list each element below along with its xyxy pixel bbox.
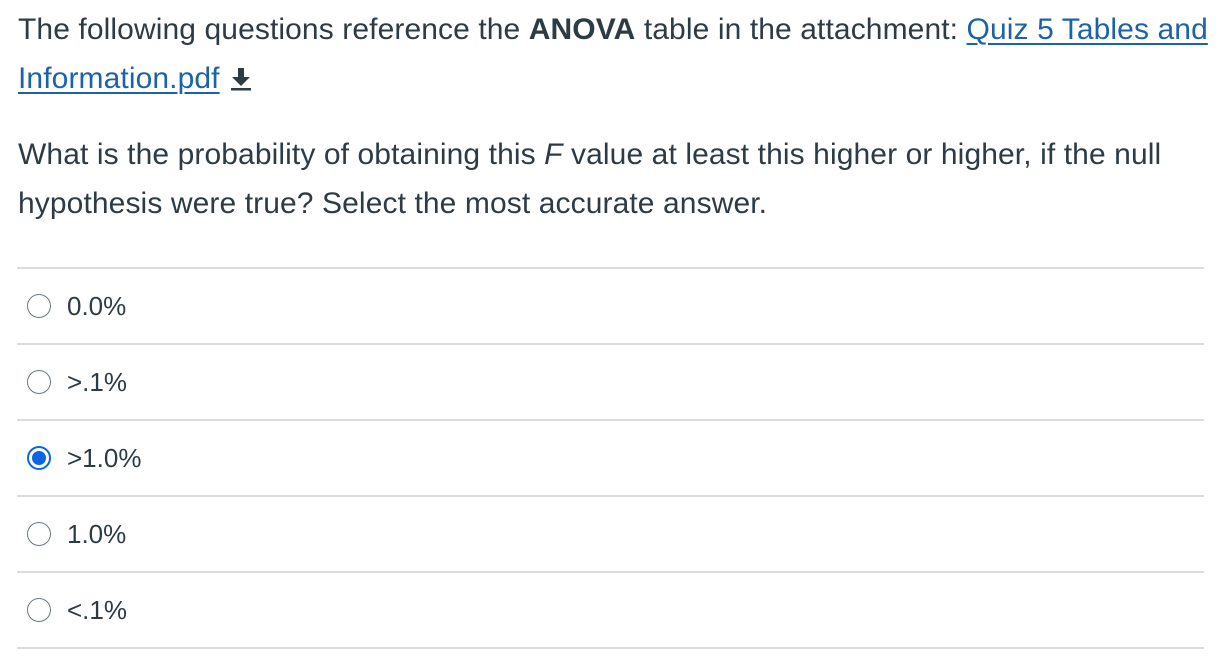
radio-button-selected[interactable] [27,446,51,470]
intro-bold-term: ANOVA [528,13,636,46]
answer-list: 0.0% >.1% >1.0% 1.0% <.1% [17,267,1204,649]
answer-option[interactable]: >.1% [17,345,1204,421]
intro-suffix: table in the attachment: [635,13,967,46]
answer-label: >.1% [67,366,127,397]
radio-button[interactable] [27,370,51,394]
prompt-before: What is the probability of obtaining thi… [18,138,545,171]
answer-option[interactable]: <.1% [17,573,1204,649]
radio-button[interactable] [27,294,51,318]
question-prompt: What is the probability of obtaining thi… [18,130,1208,228]
question-intro: The following questions reference the AN… [18,5,1208,103]
answer-label: >1.0% [67,442,142,473]
answer-option[interactable]: 0.0% [17,269,1204,345]
answer-label: 1.0% [67,518,127,549]
question-text-block: The following questions reference the AN… [18,0,1208,228]
prompt-italic-f: F [544,138,563,171]
answer-label: <.1% [67,594,127,625]
radio-button[interactable] [27,522,51,546]
intro-prefix: The following questions reference the [18,13,529,46]
answer-option[interactable]: 1.0% [17,497,1204,573]
radio-button[interactable] [27,598,51,622]
answer-label: 0.0% [67,290,127,321]
download-icon[interactable] [230,57,252,91]
answer-option[interactable]: >1.0% [17,421,1204,497]
